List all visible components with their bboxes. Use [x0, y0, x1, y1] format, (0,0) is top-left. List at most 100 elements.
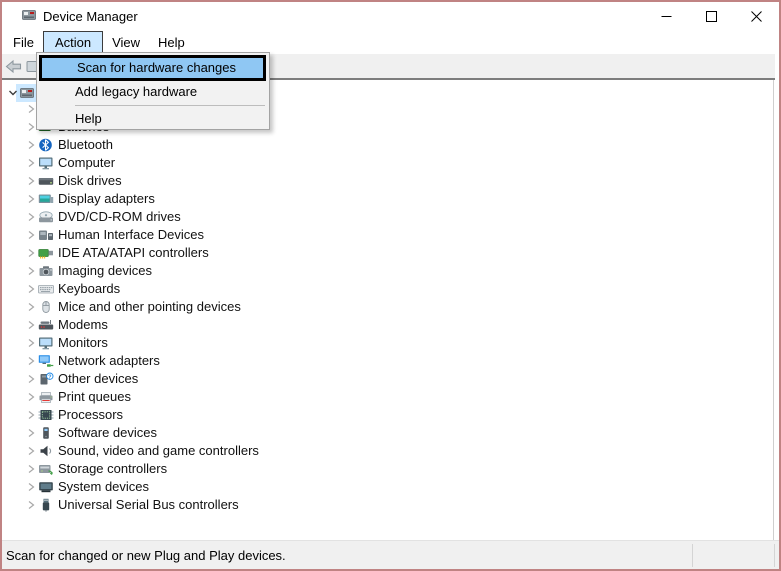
menubar-item-action[interactable]: Action [43, 31, 103, 53]
chevron-right-icon[interactable] [26, 193, 36, 205]
hdd-icon [38, 174, 54, 188]
cpu-icon [38, 408, 54, 422]
tree-item-network-adapters[interactable]: Network adapters [2, 352, 773, 370]
chevron-right-icon[interactable] [26, 391, 36, 403]
tree-item-print-queues[interactable]: Print queues [2, 388, 773, 406]
statusbar-divider [774, 544, 775, 567]
system-icon [38, 480, 54, 494]
chevron-right-icon[interactable] [26, 175, 36, 187]
tree-item-label: DVD/CD-ROM drives [58, 208, 181, 226]
titlebar: Device Manager [2, 2, 779, 30]
chevron-down-icon[interactable] [7, 87, 19, 99]
chevron-right-icon[interactable] [26, 247, 36, 259]
mouse-icon [38, 300, 54, 314]
chevron-right-icon[interactable] [26, 283, 36, 295]
tree-item-label: Monitors [58, 334, 108, 352]
bluetooth-icon [38, 138, 54, 152]
tree-item-label: Print queues [58, 388, 131, 406]
back-arrow-icon[interactable] [5, 59, 22, 74]
minimize-button[interactable] [644, 2, 689, 30]
tree-item-sound-video-and-game-controllers[interactable]: Sound, video and game controllers [2, 442, 773, 460]
chevron-right-icon[interactable] [26, 373, 36, 385]
keyboard-icon [38, 282, 54, 296]
tree-item-storage-controllers[interactable]: Storage controllers [2, 460, 773, 478]
minimize-icon [661, 11, 672, 22]
close-button[interactable] [734, 2, 779, 30]
chevron-right-icon[interactable] [26, 499, 36, 511]
menubar-item-help[interactable]: Help [149, 31, 194, 53]
tree-item-label: Bluetooth [58, 136, 113, 154]
tree-item-ide-ata-atapi-controllers[interactable]: IDE ATA/ATAPI controllers [2, 244, 773, 262]
tree-item-processors[interactable]: Processors [2, 406, 773, 424]
tree-item-monitors[interactable]: Monitors [2, 334, 773, 352]
camera-icon [38, 264, 54, 278]
action-menu-popup: Scan for hardware changesAdd legacy hard… [36, 52, 270, 130]
tree-item-software-devices[interactable]: Software devices [2, 424, 773, 442]
speaker-icon [38, 444, 54, 458]
device-tree: BatteriesBluetoothComputerDisk drivesDis… [2, 80, 774, 540]
chevron-right-icon[interactable] [26, 355, 36, 367]
chevron-right-icon[interactable] [26, 481, 36, 493]
tree-item-modems[interactable]: Modems [2, 316, 773, 334]
tree-item-universal-serial-bus-controllers[interactable]: Universal Serial Bus controllers [2, 496, 773, 514]
chevron-right-icon[interactable] [26, 463, 36, 475]
statusbar-divider [692, 544, 693, 567]
tree-item-human-interface-devices[interactable]: Human Interface Devices [2, 226, 773, 244]
chevron-right-icon[interactable] [26, 445, 36, 457]
monitor-icon [38, 336, 54, 350]
chevron-right-icon[interactable] [26, 409, 36, 421]
chevron-right-icon[interactable] [26, 337, 36, 349]
monitor-icon [38, 156, 54, 170]
chevron-right-icon[interactable] [26, 157, 36, 169]
chevron-right-icon[interactable] [26, 211, 36, 223]
tree-item-computer[interactable]: Computer [2, 154, 773, 172]
menu-item-help[interactable]: Help [37, 108, 269, 130]
tree-item-label: Software devices [58, 424, 157, 442]
ide-icon [38, 246, 54, 260]
printer-icon [38, 390, 54, 404]
tree-item-label: Other devices [58, 370, 138, 388]
hid-icon [38, 228, 54, 242]
computer-root-icon [19, 86, 35, 100]
tree-item-label: Disk drives [58, 172, 122, 190]
tree-item-dvd-cd-rom-drives[interactable]: DVD/CD-ROM drives [2, 208, 773, 226]
chevron-right-icon[interactable] [26, 427, 36, 439]
chevron-right-icon[interactable] [26, 301, 36, 313]
menubar-item-view[interactable]: View [103, 31, 149, 53]
menubar-item-file[interactable]: File [4, 31, 43, 53]
storage-icon [38, 462, 54, 476]
caption-buttons [644, 2, 779, 30]
tree-item-disk-drives[interactable]: Disk drives [2, 172, 773, 190]
tree-item-mice-and-other-pointing-devices[interactable]: Mice and other pointing devices [2, 298, 773, 316]
tree-item-label: Human Interface Devices [58, 226, 204, 244]
chevron-right-icon[interactable] [26, 103, 36, 115]
tree-item-label: Sound, video and game controllers [58, 442, 259, 460]
status-text: Scan for changed or new Plug and Play de… [6, 548, 286, 563]
chevron-right-icon[interactable] [26, 265, 36, 277]
tree-item-label: Network adapters [58, 352, 160, 370]
chevron-right-icon[interactable] [26, 139, 36, 151]
menu-separator [75, 105, 265, 106]
tree-item-label: Modems [58, 316, 108, 334]
tree-item-label: Keyboards [58, 280, 120, 298]
close-icon [751, 11, 762, 22]
device-manager-app-icon [21, 8, 37, 22]
tree-item-keyboards[interactable]: Keyboards [2, 280, 773, 298]
maximize-icon [706, 11, 717, 22]
menu-item-add-legacy-hardware[interactable]: Add legacy hardware [37, 81, 269, 103]
tree-item-label: Imaging devices [58, 262, 152, 280]
chevron-right-icon[interactable] [26, 121, 36, 133]
tree-item-label: Computer [58, 154, 115, 172]
tree-item-label: Universal Serial Bus controllers [58, 496, 239, 514]
maximize-button[interactable] [689, 2, 734, 30]
tree-item-other-devices[interactable]: ?Other devices [2, 370, 773, 388]
tree-item-bluetooth[interactable]: Bluetooth [2, 136, 773, 154]
statusbar: Scan for changed or new Plug and Play de… [2, 540, 779, 569]
menu-item-scan-for-hardware-changes[interactable]: Scan for hardware changes [39, 55, 266, 81]
chevron-right-icon[interactable] [26, 229, 36, 241]
tree-item-display-adapters[interactable]: Display adapters [2, 190, 773, 208]
tree-item-system-devices[interactable]: System devices [2, 478, 773, 496]
tree-item-imaging-devices[interactable]: Imaging devices [2, 262, 773, 280]
chevron-right-icon[interactable] [26, 319, 36, 331]
modem-icon [38, 318, 54, 332]
